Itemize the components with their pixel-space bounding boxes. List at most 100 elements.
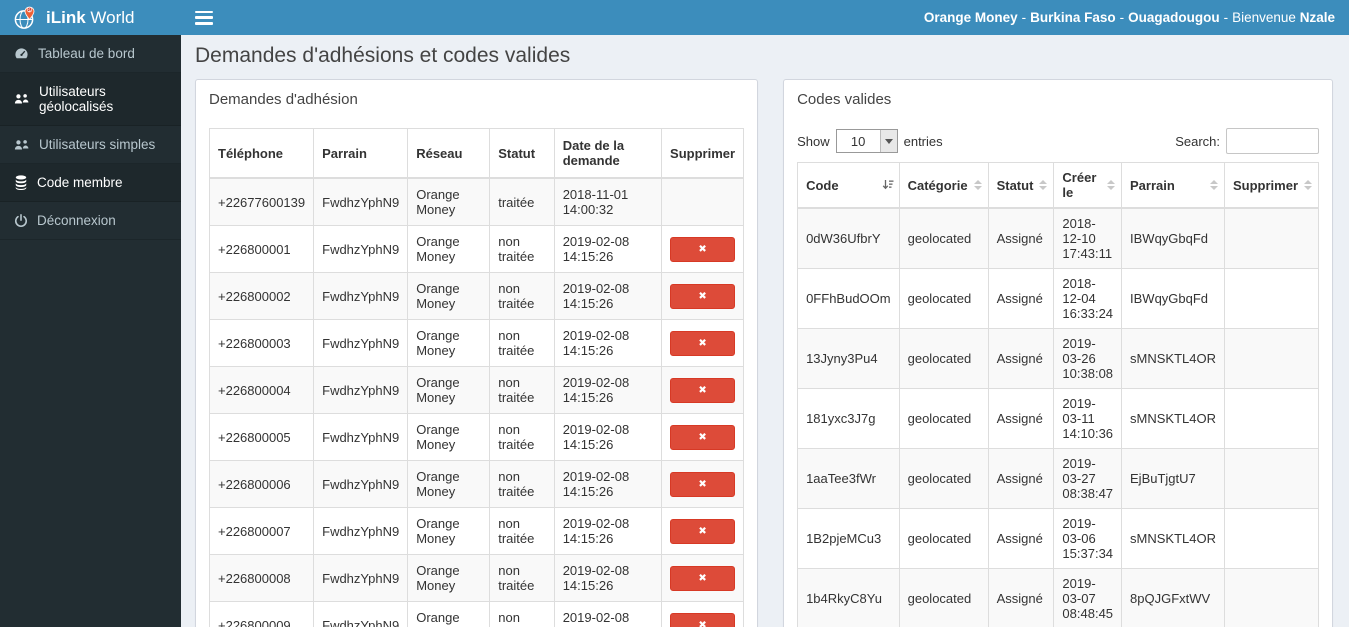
users-icon	[14, 92, 30, 106]
users-icon	[14, 138, 30, 152]
sort-icon	[1039, 180, 1048, 190]
page-title: Demandes d'adhésions et codes valides	[195, 44, 571, 67]
sidebar-item-label: Utilisateurs simples	[39, 137, 156, 152]
close-icon: ✖	[698, 478, 707, 490]
table-row: +226800007 FwdhzYphN9 Orange Money non t…	[208, 507, 745, 555]
table-row: +226800003 FwdhzYphN9 Orange Money non t…	[208, 319, 745, 367]
column-header-parrain: Parrain	[313, 128, 409, 179]
country-name: Burkina Faso	[1030, 10, 1116, 25]
column-header-creer-le[interactable]: Créer le	[1053, 162, 1123, 209]
database-icon	[14, 175, 28, 190]
navbar: Orange Money - Burkina Faso - Ouagadougou - Bi…	[181, 0, 1349, 35]
show-label: Show	[797, 133, 830, 149]
close-icon: ✖	[698, 337, 707, 349]
search-control: Search:	[1175, 128, 1319, 154]
brand-regular: World	[90, 7, 135, 27]
sidebar-item-utilisateurs-geolocalises[interactable]: Utilisateurs géolocalisés	[0, 73, 181, 126]
sidebar-item-tableau-de-bord[interactable]: Tableau de bord	[0, 35, 181, 73]
city-name: Ouagadougou	[1128, 10, 1220, 25]
table-row: 13Jyny3Pu4 geolocated Assigné 2019-03-26…	[797, 328, 1320, 389]
page-length-control: Show 10 entries	[797, 129, 943, 153]
main-content: Demandes d'adhésions et codes valides De…	[181, 35, 1349, 627]
table-row: +226800008 FwdhzYphN9 Orange Money non t…	[208, 554, 745, 602]
welcome-label: Bienvenue	[1232, 10, 1296, 25]
table-row: 0dW36UfbrY geolocated Assigné 2018-12-10…	[797, 207, 1320, 269]
sidebar-item-label: Code membre	[37, 175, 123, 190]
delete-request-button[interactable]: ✖	[670, 612, 736, 627]
delete-request-button[interactable]: ✖	[670, 471, 736, 497]
column-header-supprimer: Supprimer	[661, 128, 745, 179]
sidebar-toggle-icon[interactable]	[195, 10, 213, 25]
sort-icon	[1107, 180, 1116, 190]
datatable-controls: Show 10 entries Search:	[797, 128, 1319, 154]
network-name: Orange Money	[923, 10, 1018, 25]
sidebar-item-code-membre[interactable]: Code membre	[0, 164, 181, 202]
column-header-date: Date de la demande	[553, 128, 663, 179]
delete-request-button[interactable]: ✖	[670, 565, 736, 591]
table-row: 1b4RkyC8Yu geolocated Assigné 2019-03-07…	[797, 568, 1320, 627]
brand-bold: iLink	[46, 7, 86, 27]
dashboard-icon	[14, 46, 29, 61]
table-row: +226800005 FwdhzYphN9 Orange Money non t…	[208, 413, 745, 461]
power-icon	[14, 213, 28, 228]
sort-icon	[973, 180, 982, 190]
close-icon: ✖	[698, 243, 707, 255]
table-row: 1aaTee3fWr geolocated Assigné 2019-03-27…	[797, 448, 1320, 509]
column-header-reseau: Réseau	[407, 128, 491, 179]
table-row: +226800002 FwdhzYphN9 Orange Money non t…	[208, 272, 745, 320]
sort-icon	[1304, 180, 1312, 190]
delete-request-button[interactable]: ✖	[670, 518, 736, 544]
column-header-supprimer[interactable]: Supprimer	[1223, 162, 1320, 209]
user-context: Orange Money - Burkina Faso - Ouagadougou - Bi…	[923, 10, 1335, 25]
delete-request-button[interactable]: ✖	[670, 377, 736, 403]
column-header-statut[interactable]: Statut	[987, 162, 1055, 209]
delete-request-button[interactable]: ✖	[670, 424, 736, 450]
requests-table: Téléphone Parrain Réseau Statut Date de …	[208, 128, 745, 627]
column-header-parrain[interactable]: Parrain	[1121, 162, 1225, 209]
page-size-value: 10	[850, 133, 866, 149]
sidebar: Tableau de bord Utilisateurs géolocalisé…	[0, 35, 181, 627]
page-size-select[interactable]: 10	[835, 129, 898, 153]
sidebar-item-label: Déconnexion	[37, 213, 116, 228]
close-icon: ✖	[698, 384, 707, 396]
sort-icon	[1209, 180, 1218, 190]
table-row: 1B2pjeMCu3 geolocated Assigné 2019-03-06…	[797, 508, 1320, 569]
globe-pin-icon: $	[12, 5, 38, 31]
close-icon: ✖	[698, 572, 707, 584]
requests-panel-title: Demandes d'adhésion	[209, 91, 358, 108]
delete-request-button[interactable]: ✖	[670, 236, 736, 262]
delete-request-button[interactable]: ✖	[670, 330, 736, 356]
requests-panel: Demandes d'adhésion Téléphone Parrain Ré…	[195, 79, 759, 627]
column-header-code[interactable]: Code	[797, 162, 900, 209]
column-header-telephone: Téléphone	[208, 128, 315, 179]
table-row: +22677600139 FwdhzYphN9 Orange Money tra…	[208, 177, 745, 226]
codes-panel-title: Codes valides	[797, 91, 892, 108]
entries-label: entries	[903, 133, 943, 149]
svg-text:$: $	[28, 7, 31, 13]
column-header-categorie[interactable]: Catégorie	[898, 162, 989, 209]
sidebar-item-label: Utilisateurs géolocalisés	[39, 84, 114, 114]
username: Nzale	[1299, 10, 1335, 25]
sidebar-item-label: Tableau de bord	[38, 46, 135, 61]
table-row: 181yxc3J7g geolocated Assigné 2019-03-11…	[797, 388, 1320, 449]
top-bar: $ iLink World Orange Money - Burkina Faso -…	[0, 0, 1349, 35]
sort-asc-icon	[882, 179, 894, 191]
sidebar-item-utilisateurs-simples[interactable]: Utilisateurs simples	[0, 126, 181, 164]
sidebar-item-deconnexion[interactable]: Déconnexion	[0, 202, 181, 240]
table-row: +226800009 FwdhzYphN9 Orange Money non t…	[208, 601, 745, 627]
codes-panel: Codes valides Show 10 entries Search: Co…	[783, 79, 1333, 627]
close-icon: ✖	[698, 431, 707, 443]
close-icon: ✖	[698, 525, 707, 537]
table-row: +226800001 FwdhzYphN9 Orange Money non t…	[208, 225, 745, 273]
close-icon: ✖	[698, 290, 707, 302]
search-input[interactable]	[1226, 128, 1319, 154]
table-row: +226800004 FwdhzYphN9 Orange Money non t…	[208, 366, 745, 414]
delete-request-button[interactable]: ✖	[670, 283, 736, 309]
close-icon: ✖	[698, 619, 707, 627]
chevron-down-icon	[879, 130, 897, 152]
table-row: +226800006 FwdhzYphN9 Orange Money non t…	[208, 460, 745, 508]
table-row: 0FFhBudOOm geolocated Assigné 2018-12-04…	[797, 268, 1320, 329]
codes-table: Code Catégorie Statut Créer le Parrain S…	[797, 162, 1320, 627]
search-label: Search:	[1175, 133, 1220, 149]
app-logo[interactable]: $ iLink World	[0, 0, 181, 35]
